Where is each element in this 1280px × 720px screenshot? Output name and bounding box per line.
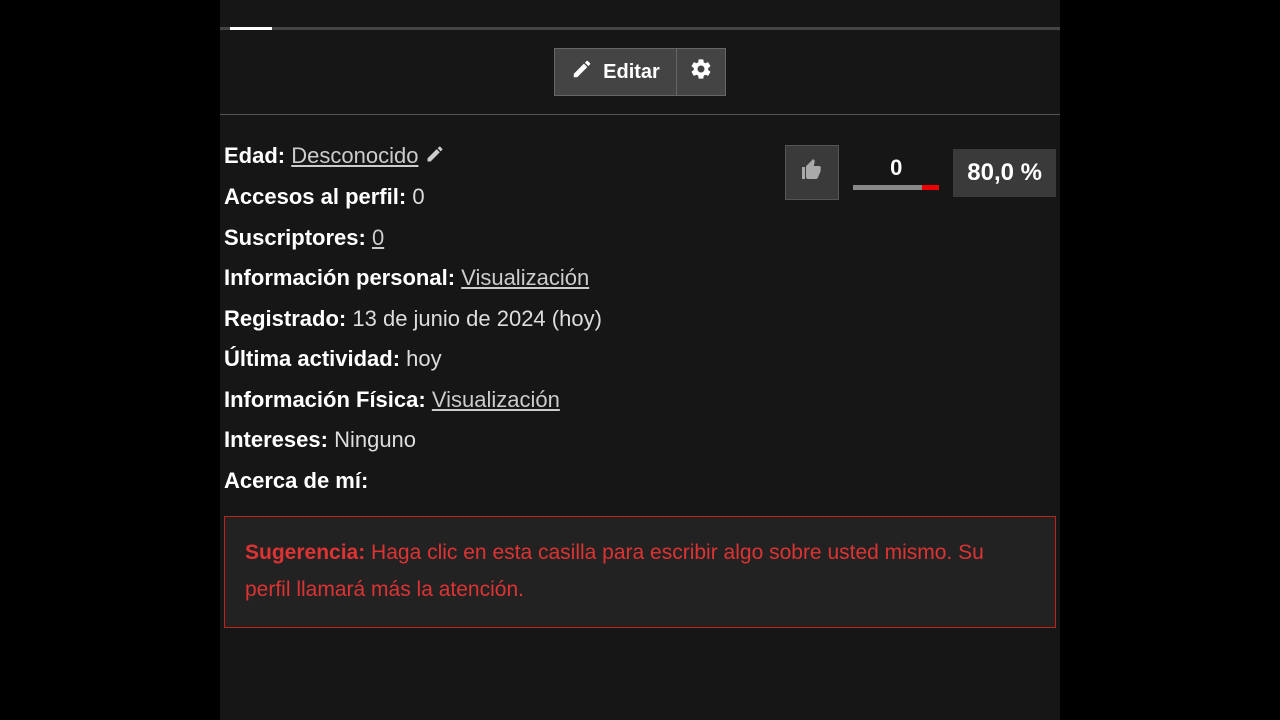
active-tab-indicator xyxy=(230,27,272,30)
subscribers-label: Suscriptores: xyxy=(224,225,366,250)
age-value-link[interactable]: Desconocido xyxy=(291,143,418,168)
thumbs-up-icon xyxy=(800,158,824,187)
activity-row: Última actividad: hoy xyxy=(224,340,765,379)
rating-stats: 0 80,0 % xyxy=(785,145,1056,200)
edit-button-label: Editar xyxy=(603,61,660,84)
info-list: Edad: Desconocido Accesos al perfil: 0 S… xyxy=(224,137,765,502)
like-button[interactable] xyxy=(785,145,839,200)
interests-value: Ninguno xyxy=(334,427,416,452)
registered-row: Registrado: 13 de junio de 2024 (hoy) xyxy=(224,300,765,339)
suggestion-label: Sugerencia: xyxy=(245,541,365,564)
activity-value: hoy xyxy=(406,346,441,371)
profile-panel: Editar Edad: Desconocido Accesos al perf… xyxy=(220,0,1060,720)
edit-button[interactable]: Editar xyxy=(554,48,677,96)
interests-row: Intereses: Ninguno xyxy=(224,421,765,460)
age-label: Edad: xyxy=(224,143,285,168)
rating-bar-fill xyxy=(922,185,939,190)
age-row: Edad: Desconocido xyxy=(224,137,765,176)
toolbar: Editar xyxy=(220,38,1060,115)
physical-info-link[interactable]: Visualización xyxy=(432,387,560,412)
views-row: Accesos al perfil: 0 xyxy=(224,178,765,217)
rating-bar xyxy=(853,185,939,190)
about-me-suggestion-box[interactable]: Sugerencia: Haga clic en esta casilla pa… xyxy=(224,516,1056,628)
pencil-icon xyxy=(571,58,593,86)
pencil-icon[interactable] xyxy=(425,138,445,177)
about-label: Acerca de mí: xyxy=(224,468,368,493)
likes-counter-area: 0 xyxy=(853,155,939,190)
personal-info-label: Información personal: xyxy=(224,265,455,290)
registered-value: 13 de junio de 2024 (hoy) xyxy=(352,306,602,331)
percent-badge: 80,0 % xyxy=(953,149,1056,197)
physical-info-row: Información Física: Visualización xyxy=(224,381,765,420)
registered-label: Registrado: xyxy=(224,306,346,331)
profile-info-area: Edad: Desconocido Accesos al perfil: 0 S… xyxy=(220,137,1060,502)
personal-info-row: Información personal: Visualización xyxy=(224,259,765,298)
activity-label: Última actividad: xyxy=(224,346,400,371)
views-value: 0 xyxy=(412,184,424,209)
subscribers-value-link[interactable]: 0 xyxy=(372,225,384,250)
views-label: Accesos al perfil: xyxy=(224,184,406,209)
tab-bar xyxy=(220,0,1060,30)
about-row: Acerca de mí: xyxy=(224,462,765,501)
subscribers-row: Suscriptores: 0 xyxy=(224,219,765,258)
physical-info-label: Información Física: xyxy=(224,387,426,412)
settings-button[interactable] xyxy=(677,48,726,96)
gear-icon xyxy=(689,57,713,87)
interests-label: Intereses: xyxy=(224,427,328,452)
personal-info-link[interactable]: Visualización xyxy=(461,265,589,290)
likes-count: 0 xyxy=(890,155,902,181)
